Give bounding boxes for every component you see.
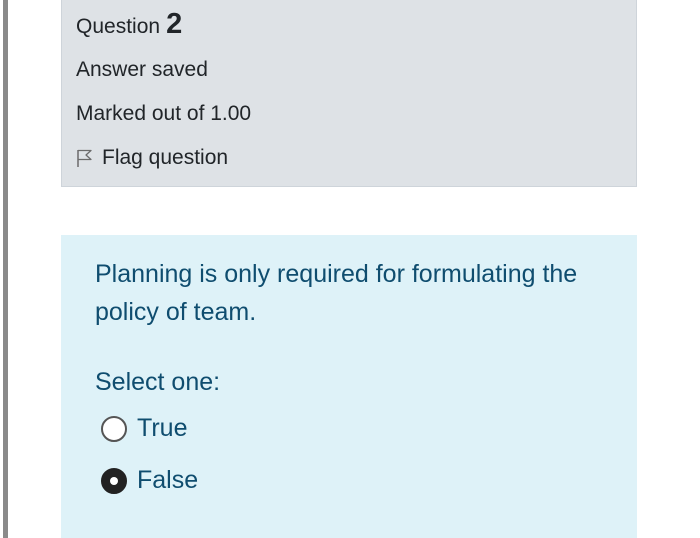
question-title: Question 2 — [76, 8, 182, 41]
question-info-panel: Question 2 Answer saved Marked out of 1.0… — [61, 0, 637, 187]
left-border — [3, 0, 8, 538]
answer-option-true[interactable]: True — [101, 414, 187, 443]
flag-question-link[interactable]: Flag question — [76, 146, 228, 170]
option-label-false: False — [137, 466, 199, 494]
answer-prompt: Select one: — [95, 368, 221, 396]
radio-button-true[interactable] — [101, 415, 127, 442]
quiz-page: Question 2 Answer saved Marked out of 1.0… — [0, 0, 700, 538]
question-label: Question — [76, 15, 161, 38]
flag-question-label: Flag question — [102, 146, 229, 169]
question-number: 2 — [166, 8, 183, 40]
answer-option-false[interactable]: False — [101, 466, 198, 495]
question-text: Planning is only required for formulatin… — [95, 260, 578, 326]
question-content-panel: Planning is only required for formulatin… — [61, 235, 637, 538]
flag-icon — [76, 148, 94, 168]
radio-button-false[interactable] — [101, 467, 127, 494]
option-label-true: True — [137, 414, 188, 442]
question-grade: Marked out of 1.00 — [76, 102, 252, 125]
question-state: Answer saved — [76, 58, 208, 81]
